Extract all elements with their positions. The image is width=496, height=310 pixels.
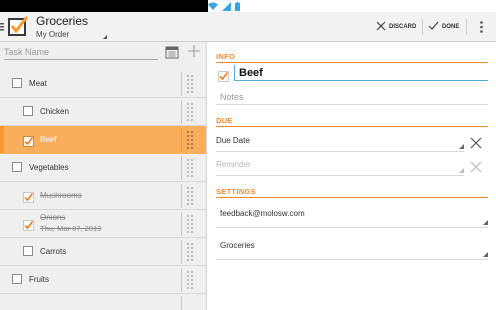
- drag-handle-icon[interactable]: [186, 270, 194, 290]
- action-divider: [466, 19, 467, 35]
- notes-input[interactable]: [216, 89, 488, 105]
- account-label: feedback@molosw.com: [220, 209, 305, 218]
- task-label: Chicken: [40, 107, 69, 116]
- selection-indicator: [0, 126, 4, 153]
- task-row-mushrooms[interactable]: Mushrooms: [0, 182, 206, 210]
- due-section-header: DUE: [216, 116, 233, 125]
- reminder-spinner[interactable]: Reminder: [216, 154, 464, 176]
- calendar-icon[interactable]: [165, 45, 179, 59]
- task-row-vegetables[interactable]: Vegetables: [0, 154, 206, 182]
- task-row-beef[interactable]: Beef: [0, 126, 206, 154]
- signal-icon: [222, 1, 231, 11]
- drag-handle-icon[interactable]: [186, 102, 194, 122]
- task-row-meat[interactable]: Meat: [0, 70, 206, 98]
- list-spinner[interactable]: Groceries: [216, 234, 488, 260]
- due-date-spinner[interactable]: Due Date: [216, 130, 464, 152]
- row-divider: [181, 128, 182, 152]
- overflow-menu-icon[interactable]: [480, 12, 483, 42]
- drag-handle-icon[interactable]: [186, 130, 194, 150]
- discard-label: DISCARD: [389, 24, 417, 30]
- task-row-partial[interactable]: [0, 294, 206, 310]
- task-checkbox-checked[interactable]: [23, 218, 34, 231]
- task-title-input[interactable]: [234, 65, 488, 81]
- drag-handle-icon[interactable]: [186, 186, 194, 206]
- drag-handle-icon[interactable]: [186, 242, 194, 262]
- row-divider: [181, 72, 182, 96]
- drag-handle-icon[interactable]: [186, 74, 194, 94]
- task-list-panel: Meat Chicken Beef: [0, 42, 207, 310]
- row-divider: [181, 184, 182, 208]
- task-detail-panel: INFO DUE Due Date Reminder SETTINGS feed…: [208, 42, 496, 310]
- task-row-carrots[interactable]: Carrots: [0, 238, 206, 266]
- battery-icon: [235, 1, 240, 11]
- checkmark-icon: [428, 21, 439, 33]
- settings-section-header: SETTINGS: [216, 187, 256, 196]
- section-divider: [216, 197, 488, 198]
- list-title: Groceries: [36, 14, 89, 28]
- row-divider: [181, 100, 182, 124]
- reminder-label: Reminder: [216, 160, 251, 169]
- clock: 6:00: [244, 1, 265, 11]
- task-checkbox[interactable]: [23, 246, 33, 256]
- task-label: Vegetables: [29, 163, 69, 172]
- row-divider: [181, 296, 182, 310]
- clear-due-date-icon[interactable]: [470, 136, 482, 149]
- done-button[interactable]: DONE: [428, 12, 459, 42]
- spinner-arrow-icon: [103, 35, 108, 39]
- row-divider: [181, 240, 182, 264]
- due-date-label: Due Date: [216, 136, 250, 145]
- section-divider: [216, 62, 488, 63]
- list-label: Groceries: [220, 241, 255, 250]
- task-label: Meat: [29, 79, 47, 88]
- done-label: DONE: [442, 24, 460, 30]
- quick-add-row: [0, 42, 206, 66]
- task-due-date: Thu, Mar 07, 2013: [40, 224, 102, 233]
- wifi-icon: [208, 2, 218, 11]
- task-checkbox-checked[interactable]: [23, 134, 34, 147]
- row-divider: [181, 156, 182, 180]
- task-checkbox-checked[interactable]: [23, 190, 34, 203]
- status-bar: 6:00: [0, 0, 496, 12]
- task-label: Beef: [40, 135, 57, 144]
- task-label: Mushrooms: [40, 191, 82, 200]
- checklist-app-icon[interactable]: [0, 15, 32, 39]
- drag-handle-icon[interactable]: [186, 214, 194, 234]
- add-icon[interactable]: [186, 43, 202, 59]
- list-title-block[interactable]: Groceries My Order: [36, 14, 108, 40]
- task-label: Carrots: [40, 247, 67, 256]
- task-checkbox[interactable]: [12, 162, 22, 172]
- task-row-onions[interactable]: Onions Thu, Mar 07, 2013: [0, 210, 206, 238]
- task-row-fruits[interactable]: Fruits: [0, 266, 206, 294]
- account-spinner[interactable]: feedback@molosw.com: [216, 202, 488, 228]
- discard-button[interactable]: DISCARD: [376, 12, 416, 42]
- task-label: Fruits: [29, 275, 49, 284]
- task-list: Meat Chicken Beef Vegetables Mushrooms O…: [0, 70, 206, 310]
- clear-reminder-icon[interactable]: [470, 160, 482, 173]
- task-label: Onions: [40, 213, 66, 222]
- action-bar: Groceries My Order DISCARD DONE: [0, 12, 496, 42]
- row-divider: [181, 268, 182, 292]
- row-divider: [181, 212, 182, 236]
- task-checkbox[interactable]: [12, 78, 22, 88]
- action-divider: [422, 19, 423, 35]
- task-checkbox[interactable]: [23, 106, 33, 116]
- spinner-arrow-icon: [459, 168, 464, 173]
- close-icon: [376, 21, 386, 33]
- task-checkbox[interactable]: [12, 274, 22, 284]
- info-section-header: INFO: [216, 52, 236, 61]
- spinner-arrow-icon: [483, 252, 488, 257]
- drag-handle-icon[interactable]: [186, 158, 194, 178]
- task-done-checkbox[interactable]: [218, 69, 229, 82]
- section-divider: [216, 126, 488, 127]
- sort-order-spinner[interactable]: My Order: [36, 30, 108, 40]
- sort-order-label: My Order: [36, 30, 70, 39]
- task-row-chicken[interactable]: Chicken: [0, 98, 206, 126]
- task-name-input[interactable]: [4, 44, 158, 60]
- spinner-arrow-icon: [483, 220, 488, 225]
- spinner-arrow-icon: [459, 144, 464, 149]
